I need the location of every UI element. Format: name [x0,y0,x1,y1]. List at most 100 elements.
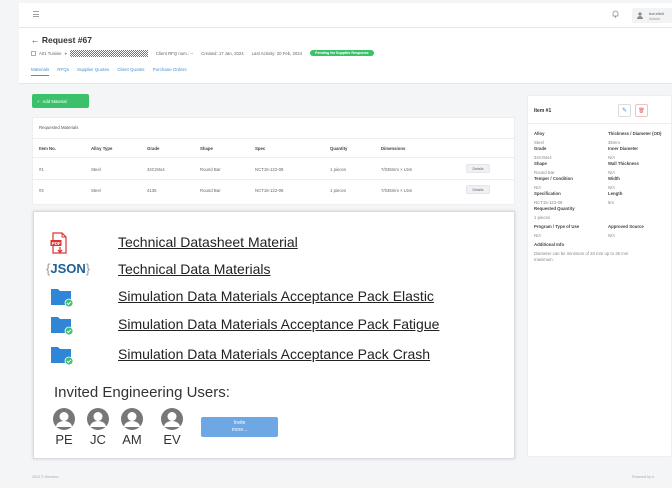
field-label: Approved Source [608,224,644,229]
field-label: Thickness / Diameter (OD) [608,131,662,136]
hamburger-menu-icon[interactable] [33,11,39,17]
field-value: 5m [608,200,614,205]
user-initials: JC [90,432,106,447]
field-label: Inner Diameter [608,146,639,151]
file-link[interactable]: Simulation Data Materials Acceptance Pac… [118,288,434,304]
column-header[interactable]: Alloy Type [91,146,112,151]
field-label: Requested Quantity [534,206,575,211]
user-chip[interactable]: PE [52,407,76,447]
field-value: 35mm [608,140,620,145]
field-value: Diameter can be minimum of 33 mm up to 3… [534,251,629,256]
tab-client-quotes[interactable]: Client Quotes [117,67,144,76]
user-chip[interactable]: JC [86,407,110,447]
file-row: PDF Technical Datasheet Material [34,230,514,254]
invite-label: more... [231,427,248,433]
json-icon: {JSON} [46,261,91,276]
field-label: Shape [534,161,547,166]
tab-supplier-quotes[interactable]: Supplier Quotes [77,67,109,76]
cell-alloy: Steel [91,167,101,172]
delete-button[interactable]: 🗑 [635,104,648,117]
field-label: Grade [534,146,547,151]
column-header[interactable]: Shape [200,146,213,151]
field-label: Width [608,176,620,181]
json-label: JSON [50,261,86,276]
column-header[interactable]: Grade [147,146,159,151]
field-value: N/A [534,233,542,238]
field-label: Length [608,191,623,196]
column-header[interactable]: Spec [255,146,265,151]
bell-icon[interactable] [612,10,619,18]
folder-check-icon [51,317,74,336]
file-link[interactable]: Technical Data Materials [118,261,271,277]
tab-purchase-orders[interactable]: Purchase Orders [153,67,187,76]
field-label: Wall Thickness [608,161,639,166]
user-chip[interactable]: AM [120,407,144,447]
users-title: Invited Engineering Users: [54,384,230,401]
cell-quantity: 1 pieces [330,167,347,172]
user-menu[interactable]: bot.elicit Admin [632,8,672,23]
edit-button[interactable]: ✎ [618,104,631,117]
user-avatar-icon [53,408,75,430]
company-name: A01 Tunisie [39,50,62,56]
user-role: Admin [649,16,661,21]
pencil-icon: ✎ [621,108,628,114]
user-avatar-icon [87,408,109,430]
user-chip[interactable]: EV [160,407,184,447]
invite-label: Invite [233,420,246,426]
cell-shape: Round Bar [200,188,221,193]
redacted-field [69,49,148,57]
field-value: N/A [608,233,616,238]
file-link[interactable]: Technical Datasheet Material [118,234,298,250]
add-material-label: Add Material [42,98,67,104]
created-date: Created: 17 Jan, 2024 [201,50,244,56]
field-label: Specification [534,191,561,196]
status-badge: Pending for Supplier Response [310,50,374,56]
tab-rfqs[interactable]: RFQs [57,67,69,76]
column-header[interactable]: Item No. [39,146,56,151]
column-header[interactable]: Quantity [330,146,347,151]
requested-materials-card: Requested Materials Item No. Alloy Type … [32,117,515,205]
user-avatar-icon [637,12,643,19]
user-avatar-icon [121,408,143,430]
field-value: N/A [608,155,616,160]
field-value: N/A [608,170,616,175]
cell-grade: 34CrMo4 [147,167,165,172]
file-link[interactable]: Simulation Data Materials Acceptance Pac… [118,346,430,362]
user-initials: EV [163,432,181,447]
cell-quantity: 1 pieces [330,188,347,193]
field-value: 1 pieces [534,215,551,220]
invite-more-button[interactable]: Invite more... [201,417,278,437]
client-rfq: Client RFQ num.: -- [155,50,194,56]
cell-item: #1 [39,167,44,172]
details-button[interactable]: Details [466,164,490,173]
cell-spec: NCT15-122-08 [255,188,284,193]
field-value: N/A [534,185,542,190]
svg-text:PDF: PDF [52,241,61,246]
column-header[interactable]: Dimensions [381,146,405,151]
field-value: Steel [534,140,544,145]
field-label: Additional Info [534,242,565,247]
item-title: Item #1 [534,108,552,114]
cell-spec: NCT15-122-08 [255,167,284,172]
cell-item: #2 [39,188,44,193]
building-icon [31,50,36,56]
resources-overlay: PDF Technical Datasheet Material {JSON} … [33,211,515,459]
file-row: Simulation Data Materials Acceptance Pac… [34,342,514,366]
trash-icon: 🗑 [638,107,645,114]
user-avatar-icon [161,408,183,430]
details-button[interactable]: Details [466,185,490,194]
file-row: Simulation Data Materials Acceptance Pac… [34,312,514,336]
folder-check-icon [51,289,74,308]
top-bar: bot.elicit Admin [19,3,672,28]
pdf-icon: PDF [50,232,67,254]
file-link[interactable]: Simulation Data Materials Acceptance Pac… [118,316,439,332]
cell-shape: Round Bar [200,167,221,172]
card-title: Requested Materials [39,125,79,130]
field-label: Alloy [534,131,545,136]
footer-powered-by: Powered by e [632,475,654,479]
tab-materials[interactable]: Materials [31,67,50,76]
page-title[interactable]: ← Request #67 [31,35,92,45]
add-material-button[interactable]: + Add Material [32,94,89,108]
field-label: Temper / Condition [534,176,573,181]
field-value: Round Bar [534,170,555,175]
